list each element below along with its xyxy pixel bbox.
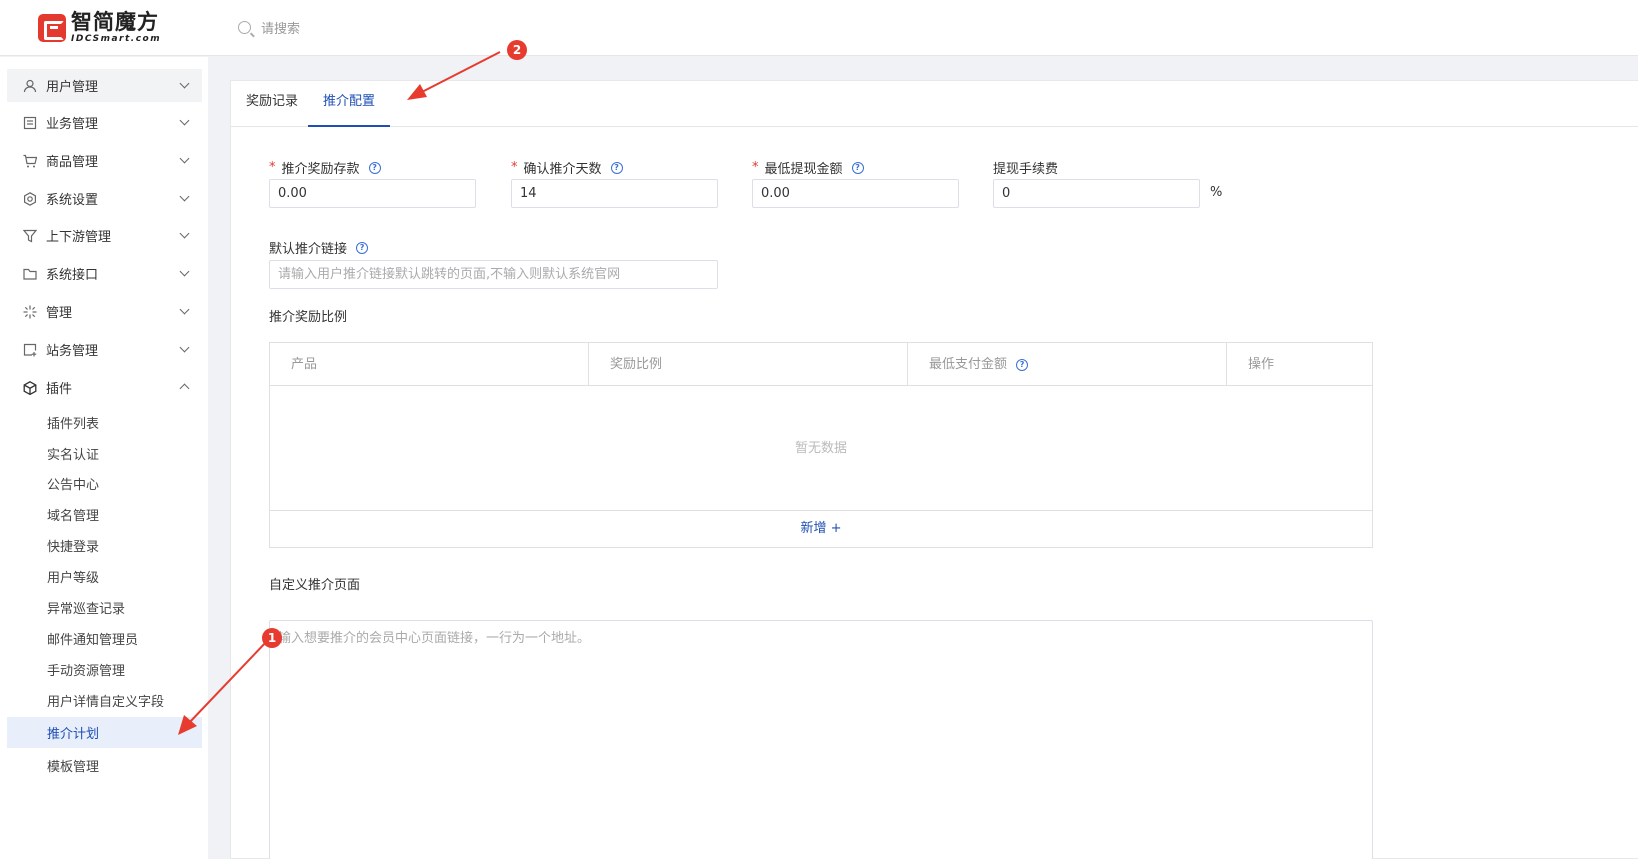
sidebar-subitem-email-notify-admin[interactable]: 邮件通知管理员 bbox=[7, 623, 202, 654]
cart-icon bbox=[23, 154, 37, 168]
main-panel: 奖励记录 推介配置 * 推介奖励存款 ? * 确认推介天数 ? * 最低提现金额… bbox=[230, 80, 1638, 859]
custom-page-label: 自定义推介页面 bbox=[269, 578, 361, 593]
sidebar-item-business-management[interactable]: 业务管理 bbox=[7, 106, 202, 139]
reward-ratio-table: 产品 奖励比例 最低支付金额 ? 操作 暂无数据 新增 + bbox=[269, 342, 1373, 548]
sidebar-item-label: 系统接口 bbox=[46, 268, 99, 283]
reward-deposit-input[interactable] bbox=[269, 179, 476, 208]
chevron-down-icon bbox=[179, 153, 190, 164]
sidebar-subitem-user-custom-fields[interactable]: 用户详情自定义字段 bbox=[7, 685, 202, 716]
chevron-down-icon bbox=[179, 115, 190, 126]
sidebar-item-label: 业务管理 bbox=[46, 117, 99, 132]
min-withdraw-input[interactable] bbox=[752, 179, 959, 208]
sidebar-item-label: 商品管理 bbox=[46, 155, 99, 170]
sidebar-item-upstream-downstream[interactable]: 上下游管理 bbox=[7, 219, 202, 252]
column-header-actions: 操作 bbox=[1248, 357, 1275, 372]
sidebar-subitem-abnormal-inspection[interactable]: 异常巡查记录 bbox=[7, 592, 202, 623]
help-icon[interactable]: ? bbox=[356, 241, 369, 254]
top-header: 智简魔方 IDCSmart.com 请搜索 bbox=[0, 0, 1638, 56]
filter-icon bbox=[23, 229, 37, 243]
add-row-button[interactable]: 新增 + bbox=[269, 510, 1373, 548]
folder-icon bbox=[23, 267, 37, 281]
required-mark: * bbox=[511, 160, 518, 175]
custom-page-textarea[interactable] bbox=[269, 620, 1373, 859]
search-placeholder[interactable]: 请搜索 bbox=[261, 18, 300, 37]
chevron-down-icon bbox=[179, 266, 190, 277]
sidebar-subitem-real-name[interactable]: 实名认证 bbox=[7, 438, 202, 469]
sidebar-item-site-management[interactable]: 站务管理 bbox=[7, 333, 202, 366]
sidebar-item-label: 系统设置 bbox=[46, 193, 99, 208]
sidebar-item-management[interactable]: 管理 bbox=[7, 295, 202, 328]
tab-reward-records[interactable]: 奖励记录 bbox=[231, 81, 313, 127]
reward-ratio-title: 推介奖励比例 bbox=[269, 310, 348, 325]
help-icon[interactable]: ? bbox=[851, 161, 864, 174]
sidebar: 用户管理 业务管理 商品管理 系统设置 上下游管理 系统接口 管理 站务管理 插… bbox=[0, 57, 208, 859]
sidebar-item-user-management[interactable]: 用户管理 bbox=[7, 69, 202, 102]
tab-referral-config[interactable]: 推介配置 bbox=[308, 81, 391, 127]
chevron-down-icon bbox=[179, 342, 190, 353]
help-icon[interactable]: ? bbox=[1016, 358, 1029, 371]
sidebar-subitem-user-level[interactable]: 用户等级 bbox=[7, 561, 202, 592]
reward-deposit-label: * 推介奖励存款 ? bbox=[269, 158, 381, 177]
default-link-input[interactable] bbox=[269, 260, 718, 289]
table-header: 产品 奖励比例 最低支付金额 ? 操作 bbox=[270, 343, 1372, 386]
sidebar-subitem-manual-resource[interactable]: 手动资源管理 bbox=[7, 654, 202, 685]
default-link-label: 默认推介链接 ? bbox=[269, 238, 369, 257]
confirm-days-label: * 确认推介天数 ? bbox=[511, 158, 623, 177]
sidebar-item-system-interface[interactable]: 系统接口 bbox=[7, 257, 202, 290]
logo-cn-text: 智简魔方 bbox=[71, 10, 159, 34]
sidebar-subitem-plugin-list[interactable]: 插件列表 bbox=[7, 407, 202, 438]
sidebar-item-label: 站务管理 bbox=[46, 344, 99, 359]
column-header-ratio: 奖励比例 bbox=[589, 343, 908, 386]
min-withdraw-label: * 最低提现金额 ? bbox=[752, 158, 864, 177]
annotation-badge-1: 1 bbox=[262, 628, 282, 648]
site-icon bbox=[23, 343, 37, 357]
sidebar-subitem-announcement[interactable]: 公告中心 bbox=[7, 468, 202, 499]
chevron-down-icon bbox=[179, 78, 190, 89]
search-icon bbox=[238, 21, 251, 34]
logo-en-text: IDCSmart.com bbox=[71, 34, 162, 44]
sidebar-item-plugins[interactable]: 插件 bbox=[7, 371, 202, 404]
logo[interactable]: 智简魔方 IDCSmart.com bbox=[38, 12, 161, 44]
sidebar-subitem-referral-plan[interactable]: 推介计划 bbox=[7, 717, 202, 748]
settings-icon bbox=[23, 191, 37, 206]
sidebar-item-label: 管理 bbox=[46, 306, 73, 321]
help-icon[interactable]: ? bbox=[368, 161, 381, 174]
sidebar-item-label: 上下游管理 bbox=[46, 230, 112, 245]
sparkle-icon bbox=[23, 305, 37, 319]
sidebar-item-label: 用户管理 bbox=[46, 80, 99, 95]
help-icon[interactable]: ? bbox=[610, 161, 623, 174]
required-mark: * bbox=[269, 160, 276, 175]
withdraw-fee-input[interactable] bbox=[993, 179, 1200, 208]
column-header-min-payment: 最低支付金额 ? bbox=[908, 343, 1227, 386]
sidebar-subitem-template-management[interactable]: 模板管理 bbox=[7, 750, 202, 781]
chevron-down-icon bbox=[179, 191, 190, 202]
sidebar-subitem-quick-login[interactable]: 快捷登录 bbox=[7, 530, 202, 561]
tab-bar: 奖励记录 推介配置 bbox=[231, 81, 1638, 127]
chevron-down-icon bbox=[179, 228, 190, 239]
logo-mark-icon bbox=[38, 14, 66, 42]
sidebar-item-product-management[interactable]: 商品管理 bbox=[7, 144, 202, 177]
sidebar-subitem-domain[interactable]: 域名管理 bbox=[7, 499, 202, 530]
chevron-up-icon bbox=[179, 383, 190, 394]
percent-unit: % bbox=[1210, 185, 1223, 200]
cube-icon bbox=[23, 380, 37, 395]
withdraw-fee-label: 提现手续费 bbox=[993, 162, 1059, 177]
column-header-product: 产品 bbox=[270, 343, 589, 386]
annotation-badge-2: 2 bbox=[507, 40, 527, 60]
search-box[interactable]: 请搜索 bbox=[238, 18, 300, 37]
chevron-down-icon bbox=[179, 304, 190, 315]
sidebar-item-system-settings[interactable]: 系统设置 bbox=[7, 182, 202, 215]
document-icon bbox=[23, 116, 37, 130]
required-mark: * bbox=[752, 160, 759, 175]
sidebar-item-label: 插件 bbox=[46, 382, 73, 397]
confirm-days-input[interactable] bbox=[511, 179, 718, 208]
empty-state-text: 暂无数据 bbox=[794, 441, 847, 456]
user-icon bbox=[23, 79, 37, 93]
